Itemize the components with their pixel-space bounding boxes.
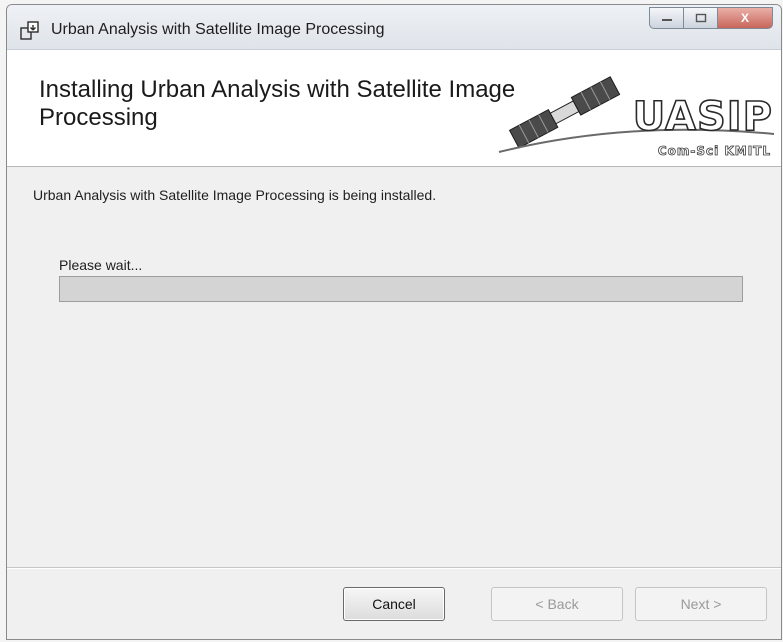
maximize-button[interactable] — [683, 7, 717, 29]
close-button[interactable]: X — [717, 7, 773, 29]
close-icon: X — [740, 11, 749, 25]
minimize-button[interactable] — [649, 7, 683, 29]
banner-title: Installing Urban Analysis with Satellite… — [39, 76, 516, 131]
footer-divider — [7, 567, 781, 569]
install-status-message: Urban Analysis with Satellite Image Proc… — [33, 187, 437, 203]
window-controls: X — [649, 7, 773, 29]
please-wait-label: Please wait... — [59, 257, 143, 273]
logo-text: UASIP — [632, 93, 773, 141]
cancel-button[interactable]: Cancel — [343, 587, 445, 621]
minimize-icon — [661, 19, 672, 21]
maximize-icon — [695, 13, 706, 23]
installer-app-icon — [20, 21, 39, 40]
window-title: Urban Analysis with Satellite Image Proc… — [51, 21, 385, 38]
next-button[interactable]: Next > — [635, 587, 767, 621]
installer-window: Urban Analysis with Satellite Image Proc… — [6, 4, 782, 640]
header-banner: Installing Urban Analysis with Satellite… — [7, 50, 781, 167]
install-progress-bar — [59, 276, 743, 302]
uasip-logo: UASIP Com-Sci KMITL — [489, 60, 779, 160]
title-bar[interactable]: Urban Analysis with Satellite Image Proc… — [7, 5, 781, 50]
logo-subtext: Com-Sci KMITL — [657, 144, 771, 159]
back-button[interactable]: < Back — [491, 587, 623, 621]
